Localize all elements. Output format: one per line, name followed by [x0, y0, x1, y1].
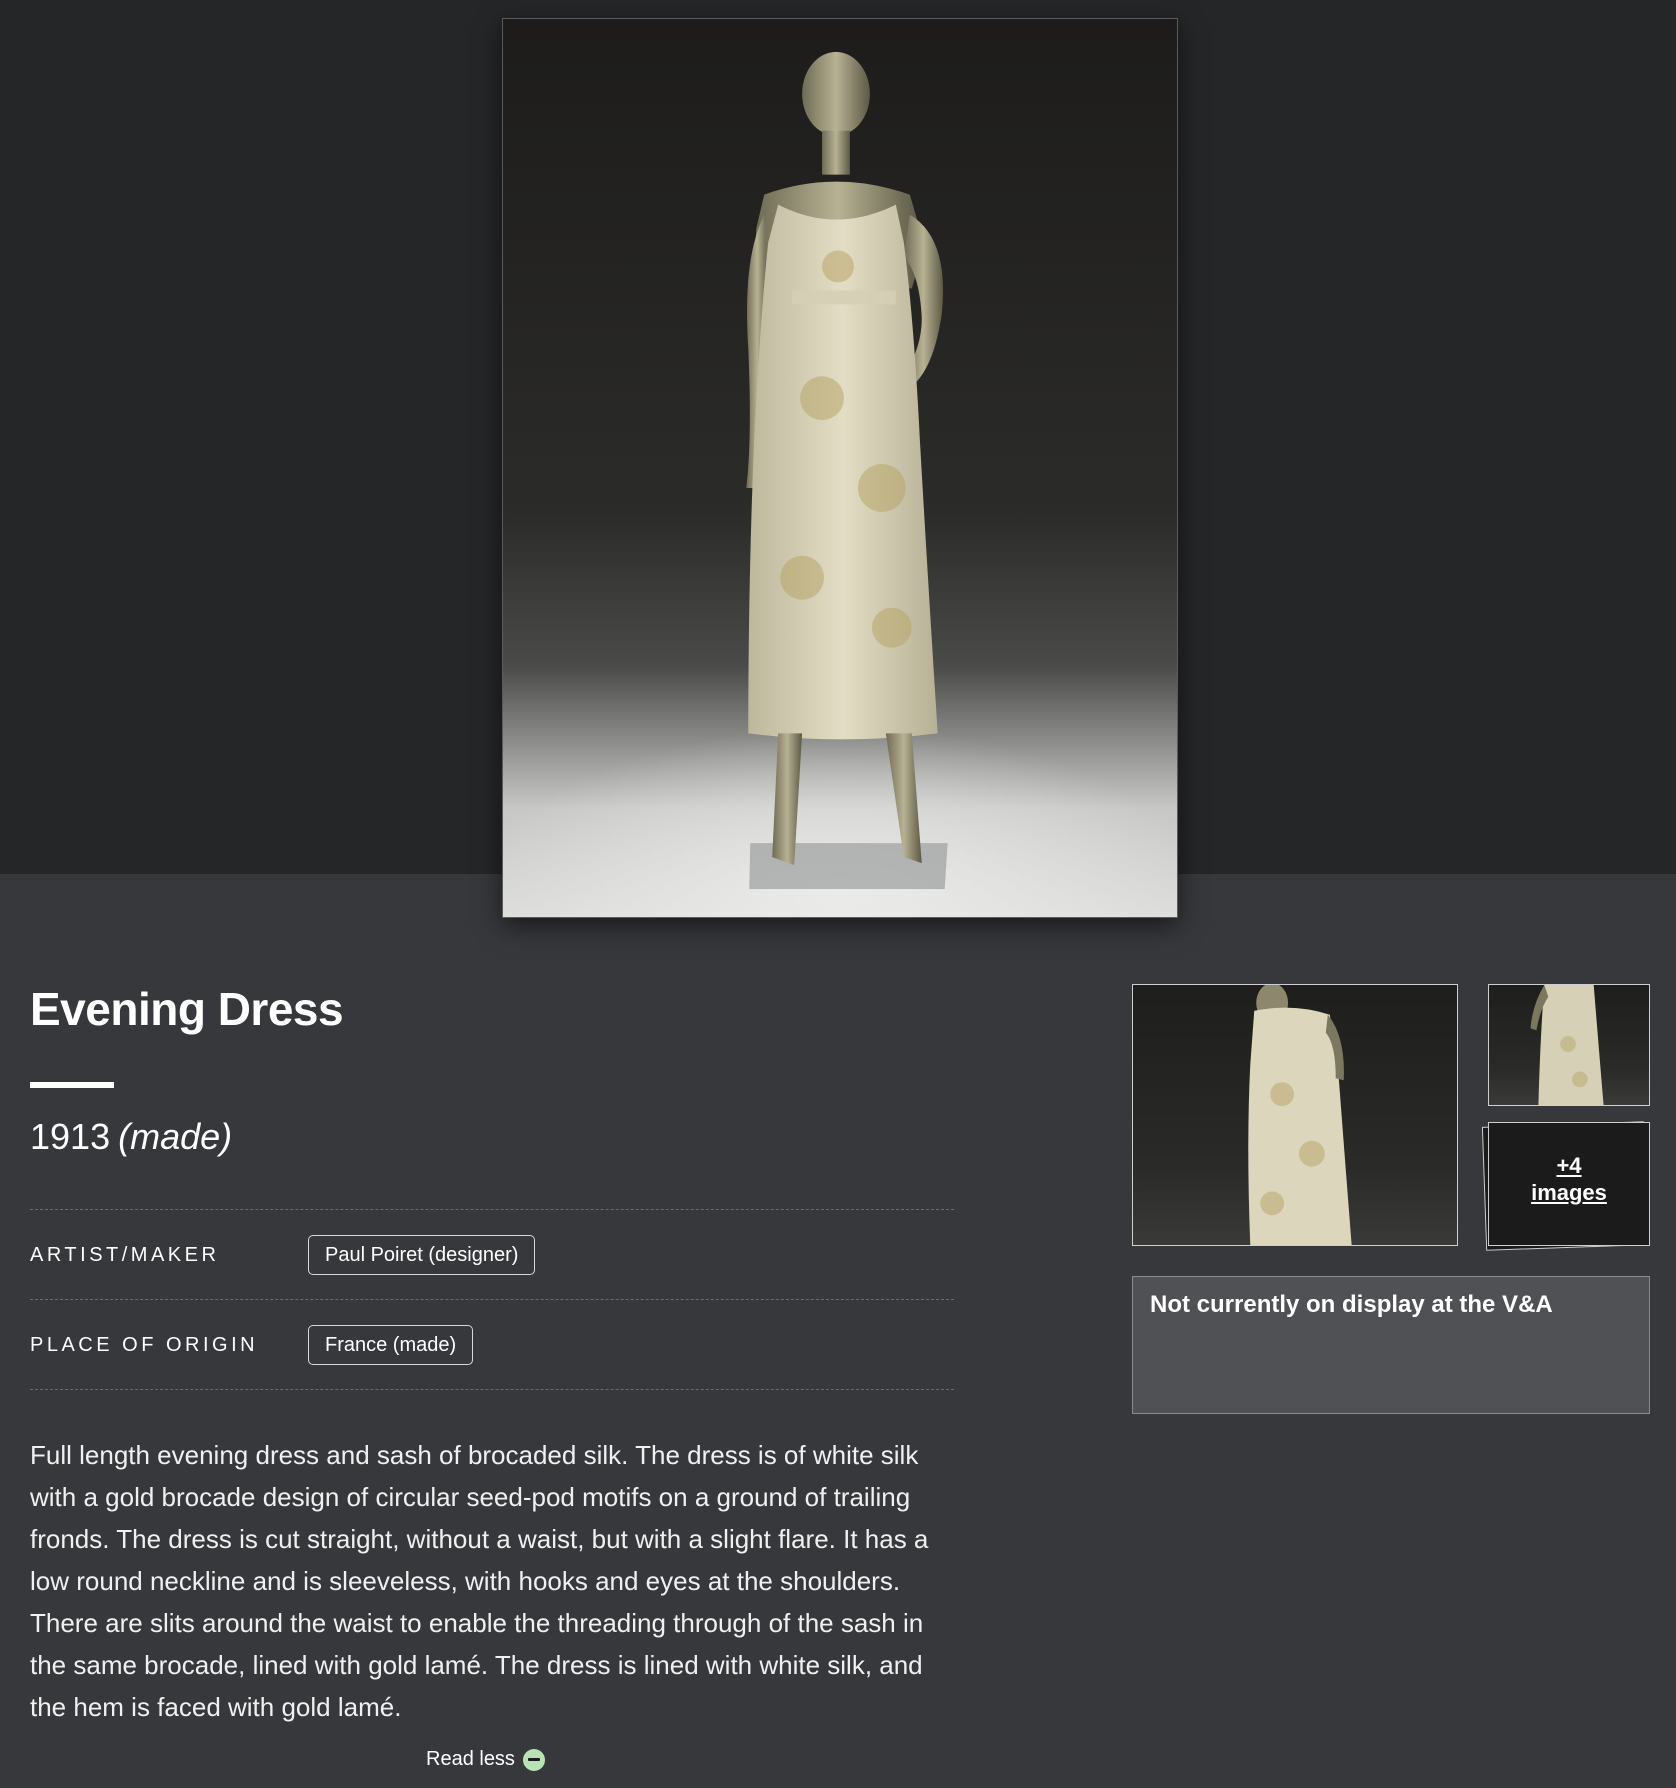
- thumbnail-dress-image: [1530, 985, 1604, 1105]
- artist-maker-label: ARTIST/MAKER: [30, 1244, 220, 1266]
- metadata-divider: [30, 1389, 954, 1390]
- read-less-label: Read less: [426, 1748, 515, 1770]
- minus-circle-icon: [522, 1748, 545, 1771]
- mannequin-dress-illustration: [503, 51, 1177, 917]
- object-page: Evening Dress 1913 (made) ARTIST/MAKER Pa…: [0, 0, 1676, 1788]
- artist-maker-link[interactable]: Paul Poiret (designer): [308, 1235, 536, 1275]
- read-less-toggle[interactable]: Read less: [426, 1748, 545, 1771]
- page-title: Evening Dress: [30, 983, 344, 1035]
- gallery-thumbnail-1[interactable]: [1132, 984, 1458, 1246]
- date-value: 1913: [30, 1116, 111, 1157]
- thumbnail-dress-image: [1248, 985, 1352, 1245]
- gallery-thumbnail-2[interactable]: [1488, 984, 1650, 1106]
- more-images-count: +4: [1556, 1153, 1582, 1178]
- object-date: 1913 (made): [30, 1116, 232, 1158]
- more-images-button[interactable]: +4 images: [1481, 1121, 1650, 1251]
- display-status-box: Not currently on display at the V&A: [1132, 1276, 1650, 1414]
- title-underline: [30, 1082, 114, 1088]
- object-description: Full length evening dress and sash of br…: [30, 1440, 929, 1722]
- display-status-text: Not currently on display at the V&A: [1150, 1291, 1553, 1318]
- metadata-divider: [30, 1209, 954, 1210]
- place-of-origin-link[interactable]: France (made): [308, 1325, 474, 1365]
- more-images-label: +4 images: [1488, 1152, 1650, 1206]
- more-images-text: images: [1531, 1180, 1607, 1205]
- metadata-divider: [30, 1299, 954, 1300]
- place-of-origin-label: PLACE OF ORIGIN: [30, 1334, 259, 1356]
- date-qualifier: (made): [118, 1116, 233, 1157]
- main-object-image[interactable]: [502, 18, 1178, 918]
